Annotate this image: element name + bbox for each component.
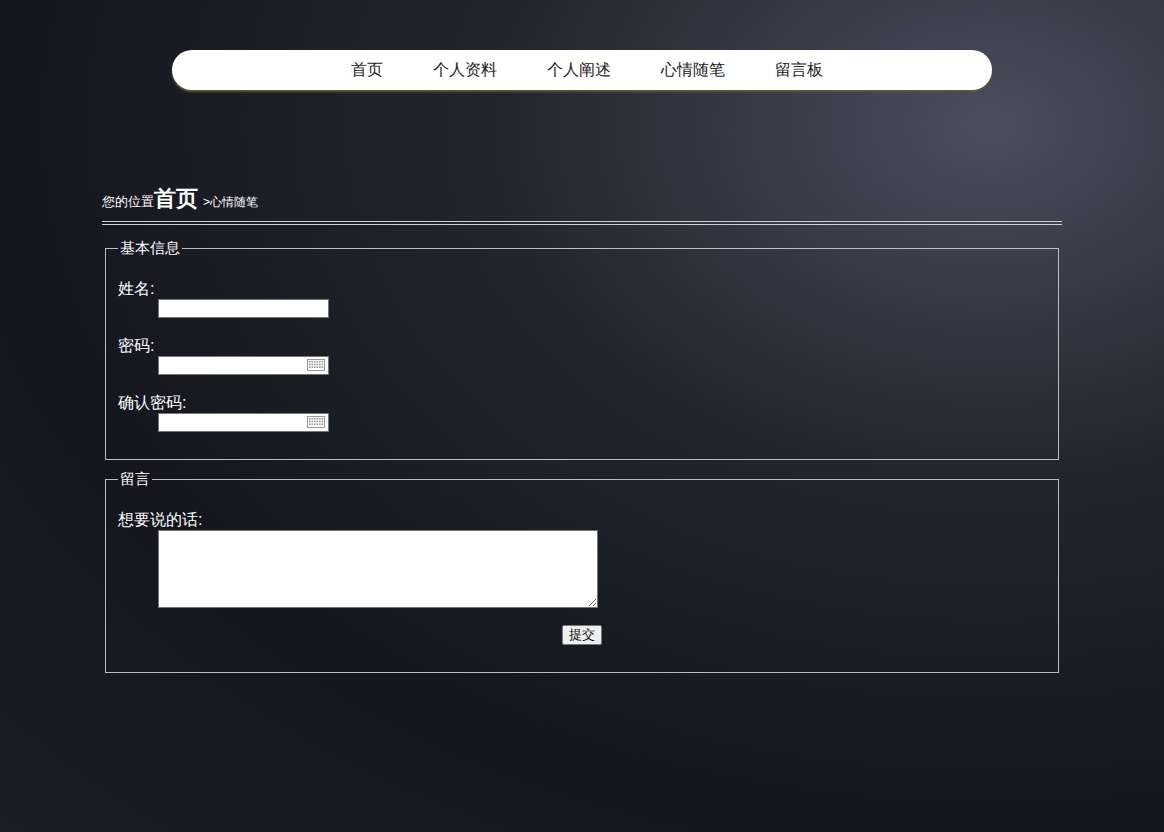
form-field: 密码: [118, 336, 1046, 375]
form-field: 姓名: [118, 279, 1046, 318]
message-form: 基本信息姓名: 密码: 确认密码: 留言想要说的话: 提交 [102, 239, 1062, 673]
breadcrumb-home[interactable]: 首页 [154, 185, 198, 213]
content: 您的位置首页 >心情随笔基本信息姓名: 密码: 确认密码: 留言想要说的话: 提交 [102, 185, 1062, 673]
fieldset-legend: 留言 [118, 470, 152, 488]
field-label: 确认密码: [118, 393, 1046, 413]
submit-button[interactable]: 提交 [562, 625, 602, 645]
input-wrapper [158, 413, 329, 432]
nav-link[interactable]: 首页 [351, 60, 383, 80]
fieldset: 留言想要说的话: 提交 [105, 470, 1059, 673]
breadcrumb: 您的位置首页 >心情随笔 [102, 185, 1062, 213]
keyboard-icon [307, 416, 325, 428]
password-input[interactable] [158, 356, 329, 375]
form-field: 确认密码: [118, 393, 1046, 432]
fieldset-legend: 基本信息 [118, 239, 182, 257]
submit-row: 提交 [158, 625, 602, 645]
password-input[interactable] [158, 413, 329, 432]
nav-link[interactable]: 留言板 [775, 60, 823, 80]
message-textarea[interactable] [158, 530, 598, 608]
field-label: 姓名: [118, 279, 1046, 299]
keyboard-icon [307, 359, 325, 371]
fieldset: 基本信息姓名: 密码: 确认密码: [105, 239, 1059, 460]
input-wrapper [158, 356, 329, 375]
divider [102, 221, 1062, 225]
page: 首页个人资料个人阐述心情随笔留言板您的位置首页>心情随笔基本信息姓名:密码:确认… [0, 50, 1164, 673]
form-field: 想要说的话: [118, 510, 1046, 608]
nav-link[interactable]: 个人资料 [433, 60, 497, 80]
breadcrumb-prefix: 您的位置 [102, 192, 154, 212]
input-wrapper [158, 299, 329, 318]
nav-bar: 首页 个人资料 个人阐述 心情随笔 留言板 [172, 50, 992, 90]
breadcrumb-current: >心情随笔 [203, 193, 258, 211]
nav-link[interactable]: 个人阐述 [547, 60, 611, 80]
field-label: 想要说的话: [118, 510, 1046, 530]
nav-link[interactable]: 心情随笔 [661, 60, 725, 80]
field-label: 密码: [118, 336, 1046, 356]
name-input[interactable] [158, 299, 329, 318]
